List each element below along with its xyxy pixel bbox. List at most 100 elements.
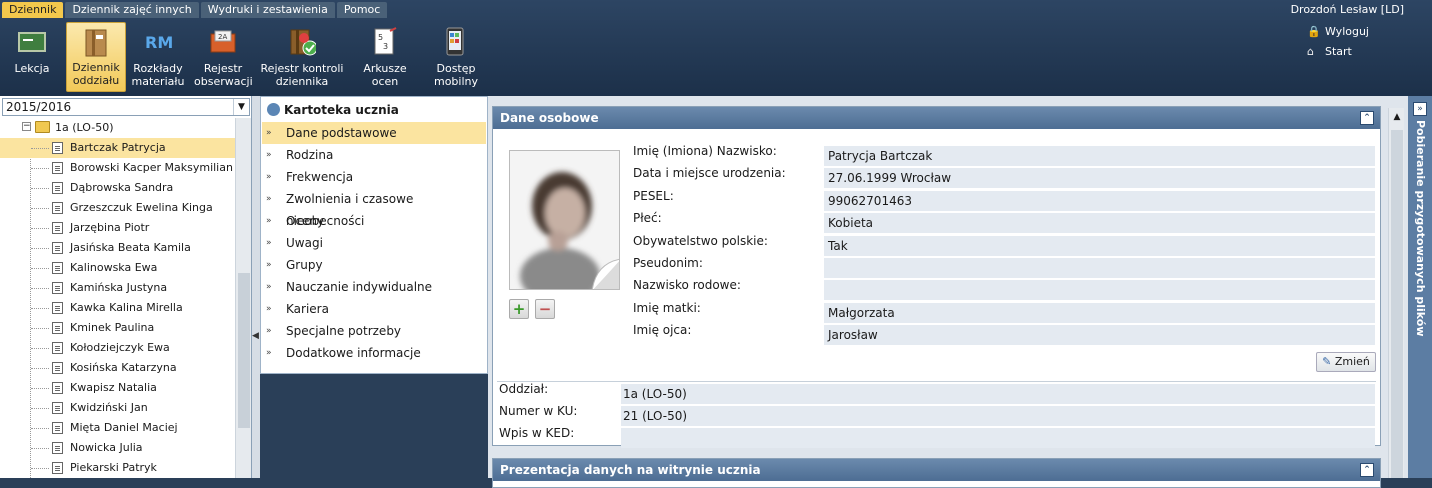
collapse-up-icon[interactable]: ⌃ [1360,463,1374,477]
rm-icon: RM [144,29,172,55]
nav-item[interactable]: » Grupy [262,254,486,276]
side-panel-title: Pobieranie przygotowanych plików [1414,120,1427,337]
student-document-icon [52,422,63,434]
student-document-icon [52,162,63,174]
main-scrollbar-thumb[interactable] [1391,130,1403,478]
tree-student-item[interactable]: Piekarski Patryk [0,458,235,478]
nav-item-label: Grupy [286,258,323,272]
menu-tab-dziennik-zajec-innych[interactable]: Dziennik zajęć innych [65,2,199,18]
menu-tab-pomoc[interactable]: Pomoc [336,2,388,18]
file-download-side-panel[interactable]: » Pobieranie przygotowanych plików [1408,96,1432,478]
scroll-up-icon[interactable]: ▲ [1389,108,1405,126]
student-name: Piekarski Patryk [70,461,157,474]
menu-tabs: Dziennik Dziennik zajęć innych Wydruki i… [2,2,389,18]
collapse-left-panel[interactable]: ◀ [252,96,260,478]
field-label: Pseudonim: [633,256,703,270]
svg-text:RM: RM [145,33,172,52]
menu-tab-dziennik[interactable]: Dziennik [2,2,64,18]
tree-student-item[interactable]: Kosińska Katarzyna [0,358,235,378]
tree-student-item[interactable]: Nowicka Julia [0,438,235,458]
tree-student-item[interactable]: Bartczak Patrycja [0,138,235,158]
change-button-label: Zmień [1334,355,1370,368]
tree-student-item[interactable]: Kalinowska Ewa [0,258,235,278]
double-chevron-right-icon: » [266,260,272,270]
material-plans-label: Rozkłady materiału [131,62,185,88]
tree-student-item[interactable]: Borowski Kacper Maksymilian [0,158,235,178]
nav-item[interactable]: » Frekwencja [262,166,486,188]
nav-item[interactable]: » Uwagi [262,232,486,254]
pencil-icon: ✎ [1322,355,1332,368]
field-value [824,280,1375,301]
lesson-button[interactable]: Lekcja [8,22,56,92]
tree-student-item[interactable]: Kwidziński Jan [0,398,235,418]
tree-class-node[interactable]: − 1a (LO-50) [0,118,235,138]
tree-student-item[interactable]: Kawka Kalina Mirella [0,298,235,318]
student-file-title: Kartoteka ucznia [267,103,399,117]
student-document-icon [52,262,63,274]
collapse-toggle-icon[interactable]: − [22,122,31,131]
control-register-button[interactable]: Rejestr kontroli dziennika [258,22,346,92]
student-name: Kminek Paulina [70,321,155,334]
tree-class-label: 1a (LO-50) [55,121,114,134]
nav-item[interactable]: » Rodzina [262,144,486,166]
field-value: 27.06.1999 Wrocław [824,168,1375,189]
field-label: Imię (Imiona) Nazwisko: [633,144,777,158]
tree-student-item[interactable]: Dąbrowska Sandra [0,178,235,198]
student-name: Kołodziejczyk Ewa [70,341,170,354]
main-content: Dane osobowe ⌃ + − Imię (Imiona) Nazwisk… [488,96,1408,488]
tree-student-item[interactable]: Mięta Daniel Maciej [0,418,235,438]
student-photo [509,150,620,290]
tree-guide-line [31,388,49,389]
expand-icon[interactable]: » [1413,102,1427,116]
nav-item[interactable]: » Kariera [262,298,486,320]
material-plans-button[interactable]: RM Rozkłady materiału [130,22,186,92]
tree-student-item[interactable]: Kołodziejczyk Ewa [0,338,235,358]
chevron-left-icon[interactable]: ◀ [252,331,259,341]
menu-tab-wydruki[interactable]: Wydruki i zestawienia [200,2,335,18]
lesson-icon [18,29,46,55]
mobile-access-button[interactable]: Dostęp mobilny [426,22,486,92]
remove-photo-button[interactable]: − [535,299,555,319]
collapse-up-icon[interactable]: ⌃ [1360,111,1374,125]
nav-item[interactable]: » Specjalne potrzeby [262,320,486,342]
double-chevron-right-icon: » [266,216,272,226]
change-button[interactable]: ✎ Zmień [1316,352,1376,372]
field-label: Płeć: [633,211,662,226]
tree-scrollbar[interactable] [235,118,251,478]
observation-register-button[interactable]: 2A Rejestr obserwacji [194,22,253,92]
personal-data-title: Dane osobowe [500,111,599,125]
tree-student-item[interactable]: Jarzębina Piotr [0,218,235,238]
double-chevron-right-icon: » [266,128,272,138]
logout-link[interactable]: 🔒 Wyloguj [1307,25,1369,38]
personal-data-panel: Dane osobowe ⌃ + − Imię (Imiona) Nazwisk… [492,106,1381,448]
tree-student-item[interactable]: Grzeszczuk Ewelina Kinga [0,198,235,218]
start-link[interactable]: ⌂ Start [1307,45,1352,58]
class-journal-icon [82,29,110,57]
grade-sheets-button[interactable]: 53 Arkusze ocen [356,22,414,92]
tree-student-item[interactable]: Kamińska Justyna [0,278,235,298]
observation-register-label: Rejestr obserwacji [194,62,253,88]
svg-text:2A: 2A [218,33,227,41]
student-name: Jarzębina Piotr [70,221,150,234]
nav-item[interactable]: » Nauczanie indywidualne [262,276,486,298]
nav-item[interactable]: » Oceny [262,210,486,232]
tree-scrollbar-thumb[interactable] [238,273,250,428]
grade-sheets-label: Arkusze ocen [363,62,407,88]
student-name: Jasińska Beata Kamila [70,241,191,254]
tree-guide-line [31,448,49,449]
add-photo-button[interactable]: + [509,299,529,319]
tree-student-item[interactable]: Kwapisz Natalia [0,378,235,398]
nav-item[interactable]: » Dodatkowe informacje [262,342,486,364]
class-journal-button[interactable]: Dziennik oddziału [66,22,126,92]
nav-item-label: Dodatkowe informacje [286,346,421,360]
school-year-select[interactable]: 2015/2016 ▼ [2,98,250,116]
nav-item[interactable]: » Zwolnienia i czasowe nieobecności [262,188,486,228]
chevron-down-icon[interactable]: ▼ [233,99,249,115]
double-chevron-right-icon: » [266,150,272,160]
tree-student-item[interactable]: Kminek Paulina [0,318,235,338]
main-scrollbar[interactable]: ▲ [1388,108,1404,478]
tree-guide-line [31,248,49,249]
nav-item-label: Nauczanie indywidualne [286,280,433,294]
nav-item[interactable]: » Dane podstawowe [262,122,486,144]
tree-student-item[interactable]: Jasińska Beata Kamila [0,238,235,258]
